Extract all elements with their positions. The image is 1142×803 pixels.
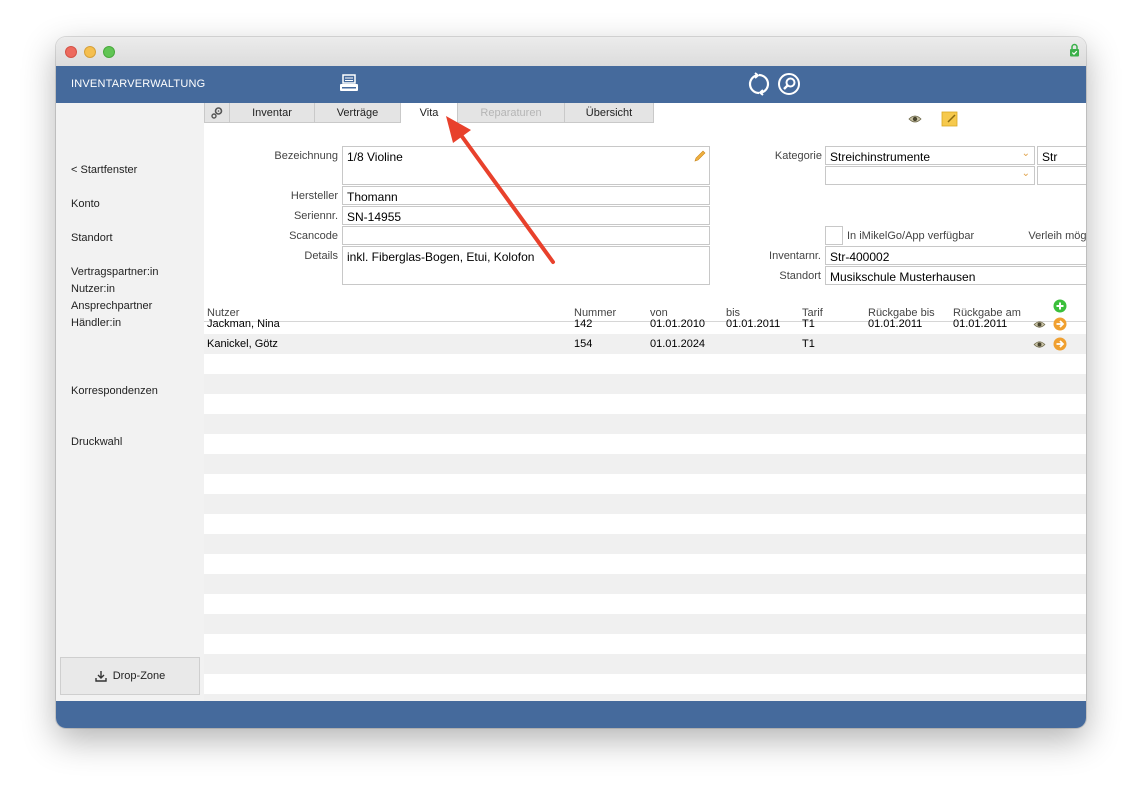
kategorie-code-field[interactable]: Str	[1037, 146, 1086, 165]
details-field[interactable]: inkl. Fiberglas-Bogen, Etui, Kolofon	[342, 246, 710, 285]
standort-value: Musikschule Musterhausen	[830, 270, 976, 284]
cell-nummer: 142	[574, 318, 593, 330]
hersteller-label: Hersteller	[290, 190, 338, 202]
tab-uebersicht[interactable]: Übersicht	[564, 103, 654, 123]
app-header-bar: INVENTARVERWALTUNG	[56, 66, 1086, 103]
standort-label: Standort	[779, 270, 821, 282]
sidebar-item-vertragspartner[interactable]: Vertragspartner:in	[71, 266, 158, 278]
kategorie2-select[interactable]: ⌄	[825, 166, 1035, 185]
lock-icon	[1070, 43, 1079, 57]
sidebar-item-konto[interactable]: Konto	[71, 198, 100, 210]
kategorie-label: Kategorie	[774, 150, 822, 162]
bezeichnung-field[interactable]: 1/8 Violine	[342, 146, 710, 185]
sidebar-item-standort[interactable]: Standort	[71, 232, 113, 244]
chevron-down-icon: ⌄	[1021, 148, 1030, 159]
sidebar-item-haendler[interactable]: Händler:in	[71, 317, 121, 329]
arrow-right-icon[interactable]	[1053, 337, 1067, 351]
inventarnr-field[interactable]: Str-400002	[825, 246, 1086, 265]
cell-tarif: T1	[802, 338, 815, 350]
hersteller-field[interactable]: Thomann	[342, 186, 710, 205]
cell-nutzer: Kanickel, Götz	[207, 338, 278, 350]
cell-rueckgabe-bis: 01.01.2011	[868, 318, 923, 330]
eye-icon[interactable]	[908, 114, 922, 124]
tab-inventar[interactable]: Inventar	[229, 103, 315, 123]
standort-field[interactable]: Musikschule Musterhausen	[825, 266, 1086, 285]
bezeichnung-value: 1/8 Violine	[347, 150, 403, 164]
printer-icon[interactable]	[338, 73, 360, 95]
app-title: INVENTARVERWALTUNG	[71, 78, 206, 90]
sidebar: < Startfenster Konto Standort Vertragspa…	[56, 103, 204, 701]
note-icon[interactable]	[941, 110, 959, 128]
cell-nummer: 154	[574, 338, 593, 350]
cell-nutzer: Jackman, Nina	[207, 318, 280, 330]
seriennr-field[interactable]: SN-14955	[342, 206, 710, 225]
app-checkbox[interactable]	[825, 226, 843, 245]
zoom-window-button[interactable]	[103, 46, 115, 58]
sidebar-item-nutzer[interactable]: Nutzer:in	[71, 283, 115, 295]
details-label: Details	[304, 250, 338, 262]
download-icon	[95, 671, 107, 682]
sidebar-item-ansprechpartner[interactable]: Ansprechpartner	[71, 300, 152, 312]
cell-rueckgabe-am: 01.01.2011	[953, 318, 1008, 330]
main-content: Inventar Verträge Vita Reparaturen Übers…	[204, 103, 1086, 701]
pencil-icon[interactable]	[693, 150, 706, 163]
sidebar-item-startfenster[interactable]: < Startfenster	[71, 164, 137, 176]
eye-icon[interactable]	[1033, 340, 1046, 349]
sidebar-item-druckwahl[interactable]: Druckwahl	[71, 436, 122, 448]
kategorie2-code-field[interactable]	[1037, 166, 1086, 185]
drop-zone-button[interactable]: Drop-Zone	[60, 657, 200, 695]
seriennr-label: Seriennr.	[293, 210, 338, 222]
scancode-field[interactable]	[342, 226, 710, 245]
tab-reparaturen[interactable]: Reparaturen	[457, 103, 565, 123]
footer-bar	[56, 701, 1086, 728]
kategorie-select[interactable]: Streichinstrumente ⌄	[825, 146, 1035, 165]
arrow-right-icon[interactable]	[1053, 317, 1067, 331]
cell-bis: 01.01.2011	[726, 318, 781, 330]
close-window-button[interactable]	[65, 46, 77, 58]
chevron-down-icon: ⌄	[1021, 168, 1030, 179]
kategorie-value: Streichinstrumente	[830, 150, 931, 164]
tab-vertraege[interactable]: Verträge	[314, 103, 401, 123]
table-row[interactable]: Jackman, Nina 142 01.01.2010 01.01.2011 …	[204, 314, 1086, 334]
inventarnr-label: Inventarnr.	[769, 250, 821, 262]
table-row[interactable]: Kanickel, Götz 154 01.01.2024 T1	[204, 334, 1086, 354]
tab-vita[interactable]: Vita	[400, 103, 458, 123]
cell-von: 01.01.2024	[650, 338, 706, 350]
app-window: INVENTARVERWALTUNG < Startfenster Konto …	[56, 37, 1086, 728]
gears-icon	[211, 107, 223, 119]
tab-settings[interactable]	[204, 103, 230, 123]
verleih-label: Verleih möglich	[1028, 230, 1086, 242]
refresh-icon[interactable]	[747, 72, 771, 96]
minimize-window-button[interactable]	[84, 46, 96, 58]
scancode-label: Scancode	[289, 230, 338, 242]
bezeichnung-label: Bezeichnung	[274, 150, 338, 162]
cell-tarif: T1	[802, 318, 815, 330]
search-icon[interactable]	[777, 72, 801, 96]
window-titlebar	[56, 37, 1086, 67]
sidebar-item-korrespondenzen[interactable]: Korrespondenzen	[71, 385, 158, 397]
cell-von: 01.01.2010	[650, 318, 706, 330]
tab-bar: Inventar Verträge Vita Reparaturen Übers…	[204, 103, 654, 123]
add-icon[interactable]	[1053, 299, 1067, 313]
drop-zone-label: Drop-Zone	[112, 670, 166, 682]
eye-icon[interactable]	[1033, 320, 1046, 329]
app-label: In iMikelGo/App verfügbar	[847, 230, 975, 242]
